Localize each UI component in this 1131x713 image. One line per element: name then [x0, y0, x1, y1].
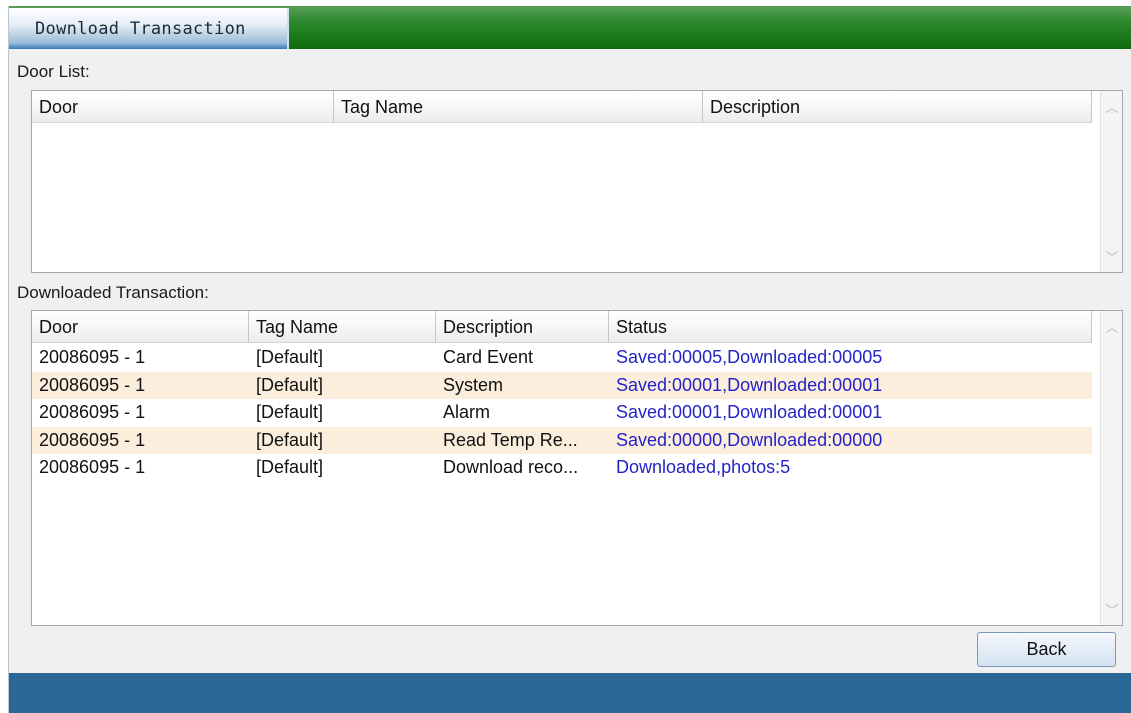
downloaded-header: Door Tag Name Description Status	[32, 311, 1092, 343]
cell-tag-name: [Default]	[256, 374, 324, 395]
column-header-tag-name[interactable]: Tag Name	[334, 91, 703, 123]
chevron-up-icon[interactable]: ︿	[1101, 97, 1122, 116]
column-header-door[interactable]: Door	[32, 91, 334, 123]
door-list-label: Door List:	[17, 62, 90, 81]
table-row[interactable]: 20086095 - 1 [Default] Download reco... Dow…	[32, 454, 1092, 482]
cell-description: Alarm	[443, 402, 491, 422]
chevron-down-icon[interactable]: ﹀	[1101, 247, 1122, 266]
cell-description: Read Temp Re...	[443, 429, 578, 450]
footer-bar	[9, 673, 1131, 713]
cell-door: 20086095 - 1	[39, 457, 146, 477]
downloaded-table-body: 20086095 - 1 [Default] Card Event Saved:000…	[32, 344, 1092, 482]
cell-description: Download reco...	[443, 457, 579, 477]
back-button[interactable]: Back	[977, 632, 1116, 667]
cell-tag-name: [Default]	[256, 429, 324, 450]
cell-status: Saved:00005,Downloaded:00005	[616, 347, 883, 367]
downloaded-transaction-table[interactable]: Door Tag Name Description Status 2008609…	[31, 310, 1123, 626]
cell-door: 20086095 - 1	[39, 347, 146, 367]
downloaded-scrollbar[interactable]: ︿ ﹀	[1100, 311, 1122, 625]
table-row[interactable]: 20086095 - 1 [Default] System Saved:00001,D…	[32, 371, 1092, 399]
column-header-tag-name[interactable]: Tag Name	[249, 311, 436, 343]
column-header-door[interactable]: Door	[32, 311, 249, 343]
cell-status: Downloaded,photos:5	[616, 457, 791, 477]
cell-status: Saved:00001,Downloaded:00001	[616, 374, 883, 395]
column-header-description[interactable]: Description	[703, 91, 1092, 123]
cell-tag-name: [Default]	[256, 347, 324, 367]
door-list-scrollbar[interactable]: ︿ ﹀	[1100, 91, 1122, 272]
cell-tag-name: [Default]	[256, 457, 324, 477]
cell-tag-name: [Default]	[256, 402, 324, 422]
chevron-down-icon[interactable]: ﹀	[1101, 600, 1122, 619]
cell-door: 20086095 - 1	[39, 402, 146, 422]
cell-description: Card Event	[443, 347, 534, 367]
download-transaction-window: Download Transaction Door List: Door Tag…	[8, 6, 1131, 713]
chevron-up-icon[interactable]: ︿	[1101, 317, 1122, 336]
door-list-table[interactable]: Door Tag Name Description ︿ ﹀	[31, 90, 1123, 273]
column-header-description[interactable]: Description	[436, 311, 609, 343]
title-bar: Download Transaction	[9, 6, 1131, 49]
cell-description: System	[443, 374, 504, 395]
cell-door: 20086095 - 1	[39, 374, 146, 395]
column-header-status[interactable]: Status	[609, 311, 1092, 343]
table-row[interactable]: 20086095 - 1 [Default] Alarm Saved:00001,Do…	[32, 399, 1092, 427]
cell-status: Saved:00000,Downloaded:00000	[616, 429, 883, 450]
table-row[interactable]: 20086095 - 1 [Default] Read Temp Re... Save…	[32, 426, 1092, 454]
cell-door: 20086095 - 1	[39, 429, 146, 450]
downloaded-transaction-label: Downloaded Transaction:	[17, 283, 209, 302]
cell-status: Saved:00001,Downloaded:00001	[616, 402, 883, 422]
table-row[interactable]: 20086095 - 1 [Default] Card Event Saved:000…	[32, 344, 1092, 372]
door-list-header: Door Tag Name Description	[32, 91, 1092, 123]
window-title: Download Transaction	[35, 19, 246, 39]
title-tab[interactable]: Download Transaction	[9, 8, 289, 49]
